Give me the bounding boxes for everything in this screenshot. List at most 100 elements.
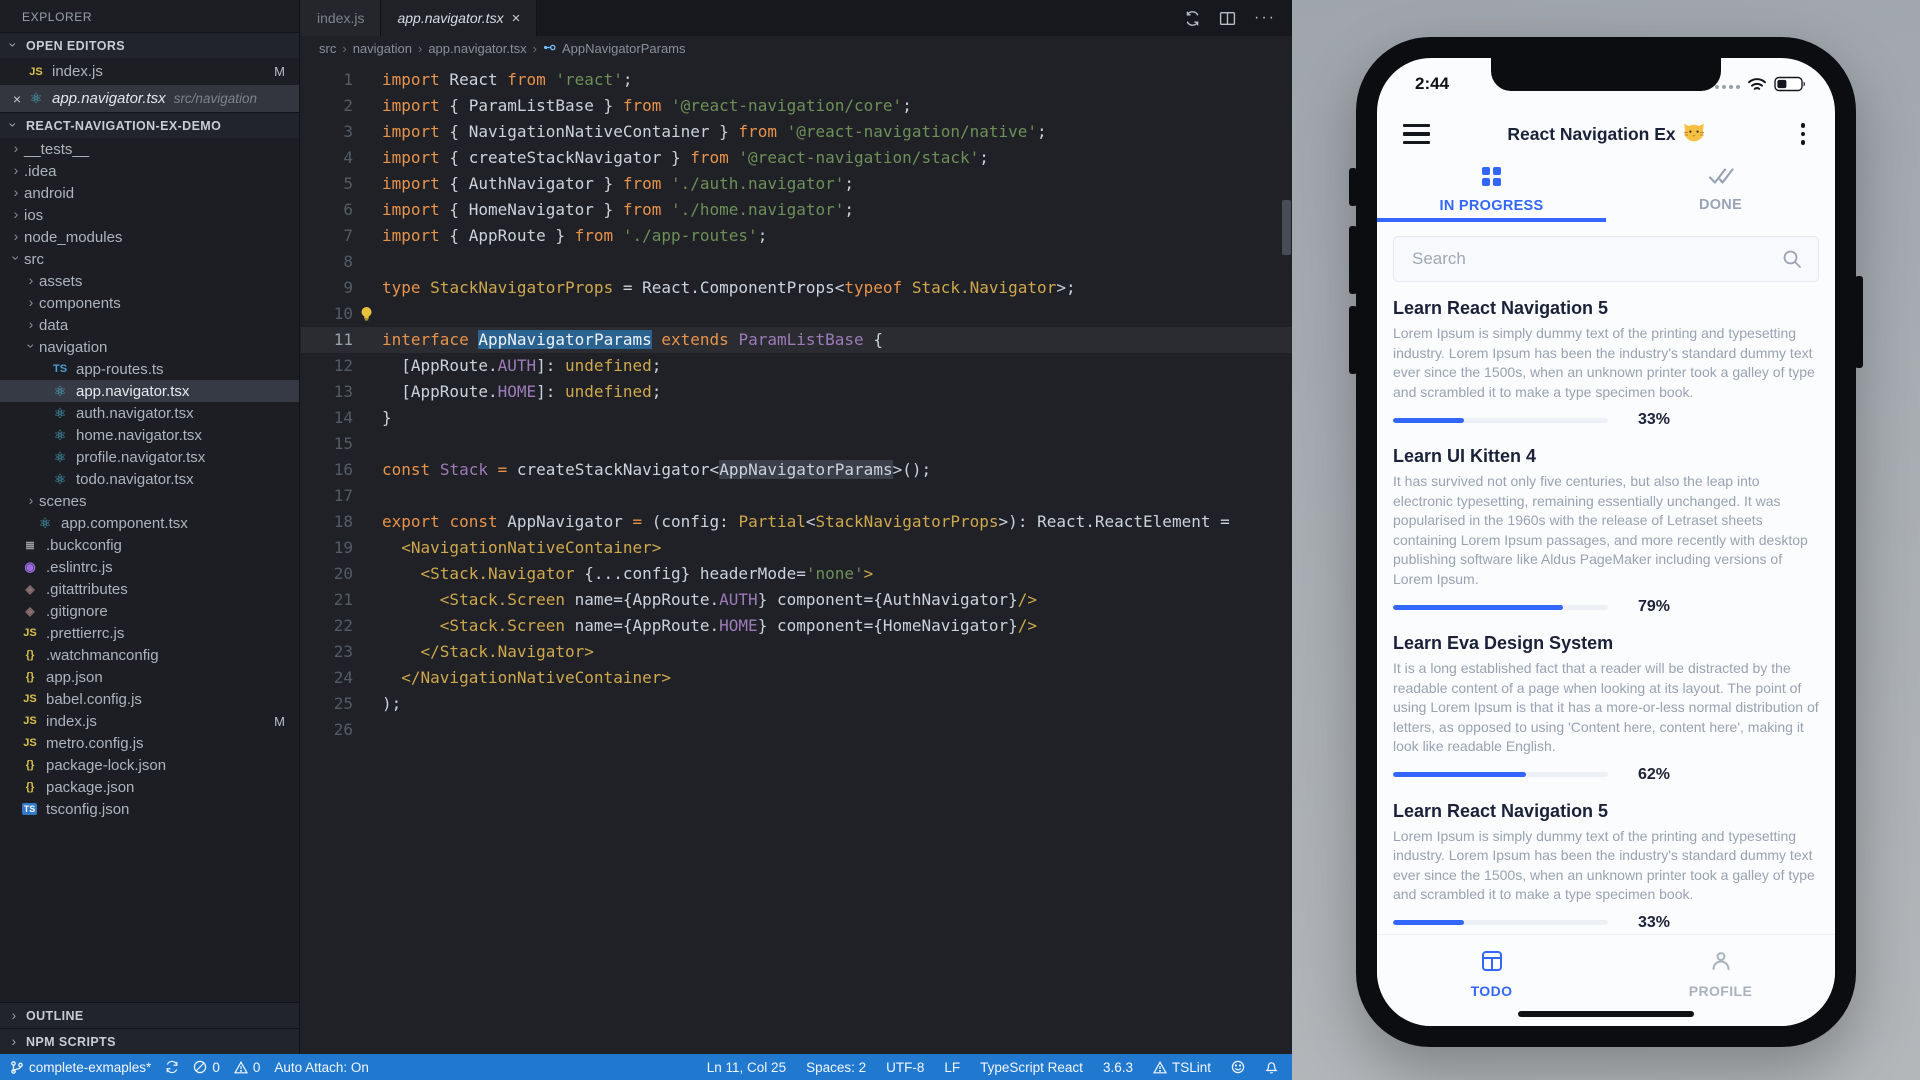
- tab-app-navigator-tsx[interactable]: app.navigator.tsx ×: [381, 0, 537, 36]
- code-line-18[interactable]: 18export const AppNavigator = (config: P…: [301, 509, 1292, 535]
- status-item-typescript-react[interactable]: TypeScript React: [980, 1060, 1083, 1075]
- file-.idea[interactable]: ›.idea: [0, 160, 299, 182]
- open-editors-header[interactable]: › OPEN EDITORS: [0, 32, 299, 58]
- code-line-9[interactable]: 9type StackNavigatorProps = React.Compon…: [301, 275, 1292, 301]
- file-assets[interactable]: ›assets: [0, 270, 299, 292]
- file-app.json[interactable]: {}app.json: [0, 666, 299, 688]
- sync-editors-icon[interactable]: [1184, 10, 1201, 27]
- npm-scripts-section-header[interactable]: › NPM SCRIPTS: [0, 1028, 299, 1054]
- code-line-11[interactable]: 11interface AppNavigatorParams extends P…: [301, 327, 1292, 353]
- code-line-26[interactable]: 26: [301, 717, 1292, 743]
- search-box[interactable]: [1393, 236, 1819, 282]
- file-components[interactable]: ›components: [0, 292, 299, 314]
- more-actions-icon[interactable]: ···: [1254, 9, 1276, 27]
- file-home.navigator.tsx[interactable]: ⚛home.navigator.tsx: [0, 424, 299, 446]
- file-node_modules[interactable]: ›node_modules: [0, 226, 299, 248]
- file-profile.navigator.tsx[interactable]: ⚛profile.navigator.tsx: [0, 446, 299, 468]
- todo-item-2[interactable]: Learn UI Kitten 4It has survived not onl…: [1393, 446, 1819, 616]
- overflow-menu-icon[interactable]: [1801, 123, 1806, 145]
- outline-section-header[interactable]: › OUTLINE: [0, 1002, 299, 1028]
- file-android[interactable]: ›android: [0, 182, 299, 204]
- file-auth.navigator.tsx[interactable]: ⚛auth.navigator.tsx: [0, 402, 299, 424]
- file-babel.config.js[interactable]: JSbabel.config.js: [0, 688, 299, 710]
- code-line-21[interactable]: 21 <Stack.Screen name={AppRoute.AUTH} co…: [301, 587, 1292, 613]
- file-.gitignore[interactable]: ◈.gitignore: [0, 600, 299, 622]
- code-line-7[interactable]: 7import { AppRoute } from './app-routes'…: [301, 223, 1292, 249]
- tab-in-progress[interactable]: IN PROGRESS: [1377, 162, 1606, 222]
- code-line-20[interactable]: 20 <Stack.Navigator {...config} headerMo…: [301, 561, 1292, 587]
- code-line-13[interactable]: 13 [AppRoute.HOME]: undefined;: [301, 379, 1292, 405]
- status-item-0[interactable]: 0: [234, 1060, 261, 1075]
- open-editor-index.js[interactable]: JSindex.jsM: [0, 58, 299, 85]
- code-line-25[interactable]: 25);: [301, 691, 1292, 717]
- home-indicator[interactable]: [1518, 1011, 1694, 1017]
- breadcrumb-symbol[interactable]: AppNavigatorParams: [562, 41, 686, 56]
- file-app-routes.ts[interactable]: TSapp-routes.ts: [0, 358, 299, 380]
- code-line-12[interactable]: 12 [AppRoute.AUTH]: undefined;: [301, 353, 1292, 379]
- file-navigation[interactable]: ›navigation: [0, 336, 299, 358]
- breadcrumb-navigation[interactable]: navigation: [353, 41, 412, 56]
- status-item-bell-icon[interactable]: [1265, 1060, 1278, 1074]
- status-item-complete-exmaples-[interactable]: complete-exmaples*: [10, 1060, 151, 1075]
- status-item-ln-11-col-25[interactable]: Ln 11, Col 25: [707, 1060, 786, 1075]
- breadcrumb-src[interactable]: src: [319, 41, 336, 56]
- status-item-3-6-3[interactable]: 3.6.3: [1103, 1060, 1133, 1075]
- close-icon[interactable]: ×: [512, 10, 521, 27]
- code-line-8[interactable]: 8: [301, 249, 1292, 275]
- status-item-spaces-2[interactable]: Spaces: 2: [806, 1060, 866, 1075]
- tab-index-js[interactable]: index.js: [301, 0, 381, 36]
- code-line-16[interactable]: 16const Stack = createStackNavigator<App…: [301, 457, 1292, 483]
- file-app.navigator.tsx[interactable]: ⚛app.navigator.tsx: [0, 380, 299, 402]
- open-editor-app.navigator.tsx[interactable]: ×⚛app.navigator.tsxsrc/navigation: [0, 85, 299, 112]
- file-app.component.tsx[interactable]: ⚛app.component.tsx: [0, 512, 299, 534]
- file-ios[interactable]: ›ios: [0, 204, 299, 226]
- tab-done[interactable]: DONE: [1606, 162, 1835, 222]
- file-package.json[interactable]: {}package.json: [0, 776, 299, 798]
- status-item-0[interactable]: 0: [193, 1060, 220, 1075]
- file-.gitattributes[interactable]: ◈.gitattributes: [0, 578, 299, 600]
- file-tsconfig.json[interactable]: TStsconfig.json: [0, 798, 299, 820]
- status-item-lf[interactable]: LF: [944, 1060, 960, 1075]
- project-root-header[interactable]: › REACT-NAVIGATION-EX-DEMO: [0, 112, 299, 138]
- todo-item-1[interactable]: Learn React Navigation 5Lorem Ipsum is s…: [1393, 298, 1819, 429]
- file-__tests__[interactable]: ›__tests__: [0, 138, 299, 160]
- code-line-3[interactable]: 3import { NavigationNativeContainer } fr…: [301, 119, 1292, 145]
- file-scenes[interactable]: ›scenes: [0, 490, 299, 512]
- split-editor-icon[interactable]: [1219, 10, 1236, 27]
- status-item-tslint[interactable]: TSLint: [1153, 1060, 1211, 1075]
- status-item-utf-8[interactable]: UTF-8: [886, 1060, 924, 1075]
- code-viewport[interactable]: 1import React from 'react';2import { Par…: [301, 61, 1292, 743]
- code-line-6[interactable]: 6import { HomeNavigator } from './home.n…: [301, 197, 1292, 223]
- code-line-2[interactable]: 2import { ParamListBase } from '@react-n…: [301, 93, 1292, 119]
- code-line-4[interactable]: 4import { createStackNavigator } from '@…: [301, 145, 1292, 171]
- todo-item-3[interactable]: Learn Eva Design SystemIt is a long esta…: [1393, 633, 1819, 784]
- editor-scrollbar[interactable]: [1282, 200, 1291, 255]
- todo-item-4[interactable]: Learn React Navigation 5Lorem Ipsum is s…: [1393, 801, 1819, 932]
- code-line-10[interactable]: 10: [301, 301, 1292, 327]
- close-icon[interactable]: ×: [8, 91, 26, 107]
- code-line-15[interactable]: 15: [301, 431, 1292, 457]
- file-metro.config.js[interactable]: JSmetro.config.js: [0, 732, 299, 754]
- file-data[interactable]: ›data: [0, 314, 299, 336]
- file-.buckconfig[interactable]: ≣.buckconfig: [0, 534, 299, 556]
- code-line-24[interactable]: 24 </NavigationNativeContainer>: [301, 665, 1292, 691]
- todo-list[interactable]: Learn React Navigation 5Lorem Ipsum is s…: [1393, 298, 1819, 934]
- breadcrumb-file[interactable]: app.navigator.tsx: [428, 41, 526, 56]
- menu-icon[interactable]: [1403, 124, 1430, 145]
- search-input[interactable]: [1394, 249, 1780, 269]
- status-item-smiley-icon[interactable]: [1231, 1060, 1245, 1074]
- file-.prettierrc.js[interactable]: JS.prettierrc.js: [0, 622, 299, 644]
- code-line-1[interactable]: 1import React from 'react';: [301, 67, 1292, 93]
- code-line-23[interactable]: 23 </Stack.Navigator>: [301, 639, 1292, 665]
- code-line-19[interactable]: 19 <NavigationNativeContainer>: [301, 535, 1292, 561]
- file-todo.navigator.tsx[interactable]: ⚛todo.navigator.tsx: [0, 468, 299, 490]
- file-src[interactable]: ›src: [0, 248, 299, 270]
- file-index.js[interactable]: JSindex.jsM: [0, 710, 299, 732]
- file-.watchmanconfig[interactable]: {}.watchmanconfig: [0, 644, 299, 666]
- code-line-5[interactable]: 5import { AuthNavigator } from './auth.n…: [301, 171, 1292, 197]
- code-line-14[interactable]: 14}: [301, 405, 1292, 431]
- code-line-17[interactable]: 17: [301, 483, 1292, 509]
- file-package-lock.json[interactable]: {}package-lock.json: [0, 754, 299, 776]
- status-item-sync-icon[interactable]: [165, 1060, 179, 1074]
- status-item-auto-attach-on[interactable]: Auto Attach: On: [274, 1060, 369, 1075]
